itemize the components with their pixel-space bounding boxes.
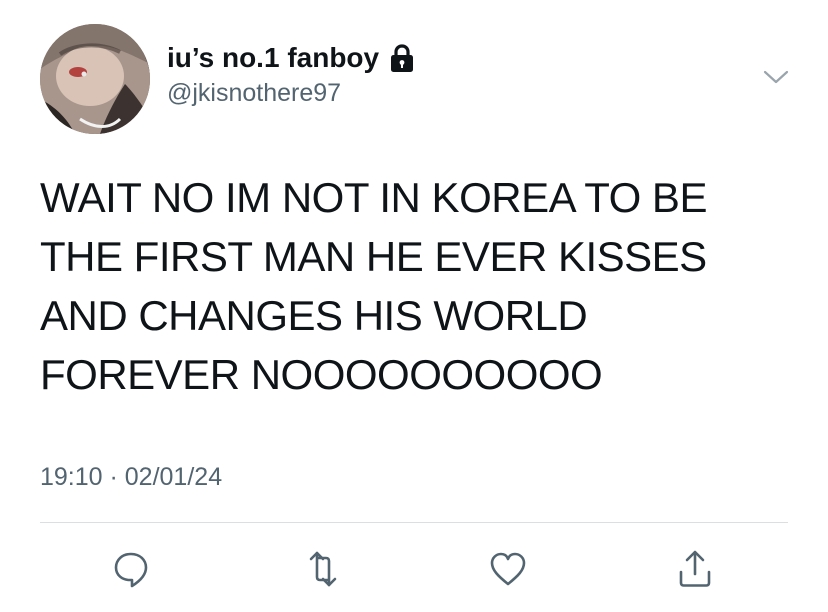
display-name[interactable]: iu’s no.1 fanboy [167, 40, 379, 76]
heart-icon [490, 552, 526, 586]
tweet-text-line: THE FIRST MAN HE EVER KISSES [40, 233, 707, 280]
tweet-text-line: AND CHANGES HIS WORLD [40, 292, 588, 339]
reply-button[interactable] [106, 544, 156, 594]
avatar-photo [40, 24, 150, 134]
lock-icon [391, 44, 414, 72]
avatar[interactable] [40, 24, 150, 134]
tweet-header: iu’s no.1 fanboy @jkisnothere97 [167, 40, 417, 110]
like-button[interactable] [483, 544, 533, 594]
divider [40, 522, 788, 523]
name-row: iu’s no.1 fanboy [167, 40, 417, 76]
tweet-timestamp[interactable]: 19:10 · 02/01/24 [40, 460, 222, 494]
retweet-button[interactable] [298, 544, 348, 594]
reply-icon [114, 552, 148, 588]
share-button[interactable] [670, 544, 720, 594]
share-icon [679, 550, 711, 587]
tweet-text: WAIT NO IM NOT IN KOREA TO BE THE FIRST … [40, 168, 790, 404]
retweet-icon [309, 551, 337, 587]
user-handle[interactable]: @jkisnothere97 [167, 76, 417, 110]
chevron-down-icon[interactable] [762, 66, 790, 88]
tweet-text-line: WAIT NO IM NOT IN KOREA TO BE [40, 174, 707, 221]
tweet-text-line: FOREVER NOOOOOOOOOO [40, 351, 603, 398]
